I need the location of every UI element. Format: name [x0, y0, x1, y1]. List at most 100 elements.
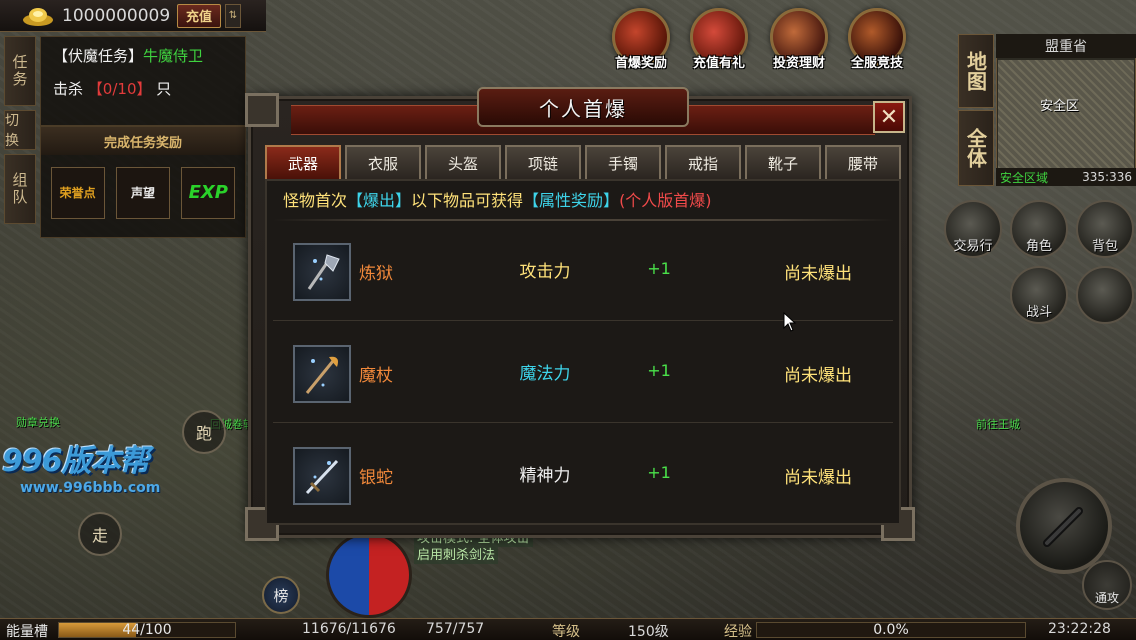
reward-honor[interactable]: 荣誉点: [50, 167, 105, 219]
recharge-gift-button[interactable]: 充值有礼: [682, 8, 756, 82]
row-divider: [273, 219, 893, 221]
first-drop-modal: 个人首爆 ✕ 武器 衣服 头盔 项链 手镯 戒指 靴子 腰带 怪物首次【爆出】以…: [245, 87, 915, 541]
character-button[interactable]: 角色: [1010, 200, 1068, 258]
axe-icon[interactable]: [293, 243, 351, 301]
equipment-tabs: 武器 衣服 头盔 项链 手镯 戒指 靴子 腰带: [265, 145, 901, 179]
tab-belt[interactable]: 腰带: [825, 145, 901, 179]
item-bonus: +1: [647, 259, 671, 278]
recharge-gift-label: 充值有礼: [692, 56, 745, 71]
walk-button[interactable]: 走: [78, 512, 122, 556]
reward-panel: 完成任务奖励 荣誉点 声望 EXP: [40, 126, 246, 238]
chat-line-2: 启用刺杀剑法: [414, 547, 499, 564]
team-tab-label: 组队: [10, 172, 29, 206]
switch-tab-label: 切换: [5, 113, 21, 149]
tab-boots[interactable]: 靴子: [745, 145, 821, 179]
server-competition-button[interactable]: 全服竞技: [840, 8, 914, 82]
intro-part-4: 【属性奖励】: [523, 191, 620, 210]
zone-status: 安全区域: [1000, 170, 1049, 185]
item-status: 尚未爆出: [784, 468, 852, 488]
item-attribute: 攻击力: [519, 262, 571, 282]
player-coords: 335:336: [1082, 170, 1132, 184]
sword-attack-icon: [1043, 507, 1083, 547]
exp-bar: 0.0%: [756, 622, 1026, 638]
intro-part-2: 【爆出】: [347, 191, 412, 210]
map-tab[interactable]: 地图: [958, 34, 994, 108]
reward-exp[interactable]: EXP: [181, 167, 236, 219]
tab-helmet[interactable]: 头盔: [425, 145, 501, 179]
collapse-toggle-icon[interactable]: ⇅: [225, 3, 241, 28]
first-drop-label: 首爆奖励: [614, 56, 667, 71]
close-button[interactable]: ✕: [873, 101, 905, 133]
quest-target[interactable]: 牛魔侍卫: [143, 47, 203, 65]
tab-ring[interactable]: 戒指: [665, 145, 741, 179]
tab-bracelet[interactable]: 手镯: [585, 145, 661, 179]
energy-label: 能量槽: [6, 624, 48, 640]
quest-title: 【伏魔任务】牛魔侍卫: [53, 45, 233, 66]
hp-value: 11676/11676: [302, 621, 396, 637]
clock: 23:22:28: [1048, 621, 1111, 637]
exp-label: 经验: [724, 624, 752, 640]
item-bonus: +1: [647, 463, 671, 482]
first-drop-reward-button[interactable]: 首爆奖励: [604, 8, 678, 82]
task-tab-label: 任务: [10, 54, 29, 88]
trade-button[interactable]: 交易行: [944, 200, 1002, 258]
intro-part-3: 以下物品可获得: [411, 191, 524, 210]
quest-progress: 【0/10】: [87, 80, 152, 98]
investment-button[interactable]: 投资理财: [762, 8, 836, 82]
battle-label: 战斗: [1025, 305, 1052, 320]
tab-clothes[interactable]: 衣服: [345, 145, 421, 179]
battle-button[interactable]: 战斗: [1010, 266, 1068, 324]
recharge-button[interactable]: 充值: [177, 3, 221, 28]
npc-go-royal-city[interactable]: 前往王城: [976, 416, 1020, 432]
tab-weapon[interactable]: 武器: [265, 145, 341, 179]
item-bonus: +1: [647, 361, 671, 380]
attack-button[interactable]: [1016, 478, 1112, 574]
trade-label: 交易行: [953, 239, 993, 254]
all-tab[interactable]: 全体: [958, 110, 994, 186]
switch-tab[interactable]: 切换: [4, 110, 36, 150]
item-attribute: 魔法力: [519, 364, 571, 384]
quest-prefix: 【伏魔任务】: [53, 47, 144, 65]
mp-value: 757/757: [426, 621, 485, 637]
general-attack-button[interactable]: 通攻: [1082, 560, 1132, 610]
currency-bar: 1000000009 充值 ⇅: [0, 0, 266, 32]
tab-necklace[interactable]: 项链: [505, 145, 581, 179]
run-button[interactable]: 跑: [182, 410, 226, 454]
item-row[interactable]: 银蛇 精神力 +1 尚未爆出: [273, 427, 893, 525]
minimap-location: 盟重省: [996, 34, 1136, 58]
item-name: 炼狱: [359, 264, 393, 284]
item-row[interactable]: 炼狱 攻击力 +1 尚未爆出: [273, 223, 893, 321]
item-status: 尚未爆出: [784, 366, 852, 386]
bag-button[interactable]: 背包: [1076, 200, 1134, 258]
status-bar: 能量槽 44/100 11676/11676 757/757 等级 150级 经…: [0, 618, 1136, 640]
item-name: 银蛇: [359, 468, 393, 488]
staff-icon[interactable]: [293, 345, 351, 403]
intro-part-1: 怪物首次: [283, 191, 348, 210]
energy-value: 44/100: [122, 622, 172, 638]
npc-medal-exchange[interactable]: 勋章兑换: [16, 414, 60, 430]
level-value: 150级: [628, 624, 669, 640]
investment-label: 投资理财: [772, 56, 825, 71]
mouse-cursor-icon: [783, 311, 797, 336]
minimap-safe-label: 安全区: [1040, 99, 1080, 114]
task-tab[interactable]: 任务: [4, 36, 36, 106]
minimap-terrain[interactable]: [998, 60, 1134, 168]
expand-arrows-icon[interactable]: [1076, 266, 1134, 324]
reward-title: 完成任务奖励: [41, 127, 245, 155]
quest-panel[interactable]: 【伏魔任务】牛魔侍卫 击杀 【0/10】 只: [40, 36, 246, 126]
quest-unit: 只: [156, 80, 172, 98]
reward-prestige[interactable]: 声望: [115, 167, 170, 219]
character-label: 角色: [1025, 239, 1052, 254]
ranking-button[interactable]: 榜: [262, 576, 300, 614]
gold-ingot-icon: [20, 4, 56, 28]
server-competition-label: 全服竞技: [850, 56, 903, 71]
item-attribute: 精神力: [519, 466, 571, 486]
bag-label: 背包: [1091, 239, 1118, 254]
sword-icon[interactable]: [293, 447, 351, 505]
item-name: 魔杖: [359, 366, 393, 386]
team-tab[interactable]: 组队: [4, 154, 36, 224]
quest-kill-label: 击杀: [53, 80, 84, 98]
minimap-footer: 安全区域 335:336: [996, 168, 1136, 186]
brand-logo: 996版本帮: [2, 444, 150, 479]
item-row[interactable]: 魔杖 魔法力 +1 尚未爆出: [273, 325, 893, 423]
